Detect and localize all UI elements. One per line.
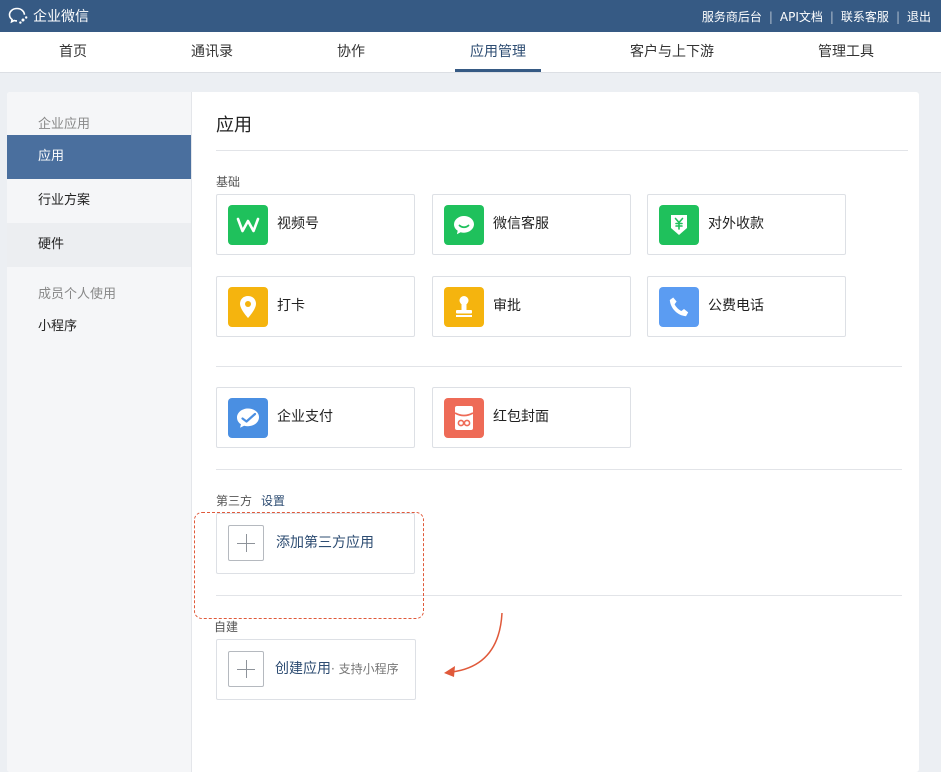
sidebar: 企业应用 应用 行业方案 硬件 成员个人使用 小程序 bbox=[7, 92, 192, 772]
sidebar-item-apps[interactable]: 应用 bbox=[7, 135, 191, 179]
video-channel-icon bbox=[228, 205, 268, 245]
app-card-wechat-service[interactable]: 微信客服 bbox=[432, 194, 631, 255]
page-title: 应用 bbox=[216, 115, 252, 136]
third-party-label: 第三方 bbox=[216, 494, 253, 508]
tab-home[interactable]: 首页 bbox=[59, 32, 87, 72]
top-links: 服务商后台 | API文档 | 联系客服 | 退出 bbox=[702, 8, 931, 25]
app-card-business-phone[interactable]: 公费电话 bbox=[647, 276, 846, 337]
sidebar-item-industry-solutions[interactable]: 行业方案 bbox=[7, 179, 191, 223]
separator: | bbox=[895, 9, 900, 24]
app-label: 打卡 bbox=[277, 298, 305, 314]
tab-app-management[interactable]: 应用管理 bbox=[470, 32, 526, 72]
enterprise-pay-icon bbox=[228, 398, 268, 438]
link-api-docs[interactable]: API文档 bbox=[780, 8, 823, 25]
app-label: 对外收款 bbox=[708, 216, 764, 232]
app-card-red-packet-cover[interactable]: 红包封面 bbox=[432, 387, 631, 448]
phone-icon bbox=[659, 287, 699, 327]
app-label: 公费电话 bbox=[708, 298, 764, 314]
highlight-box bbox=[194, 512, 424, 619]
app-label: 视频号 bbox=[277, 216, 319, 232]
active-tab-indicator bbox=[455, 69, 541, 72]
section-custom-label: 自建 bbox=[214, 620, 239, 634]
divider bbox=[216, 150, 908, 151]
separator: | bbox=[768, 9, 773, 24]
app-card-video-channel[interactable]: 视频号 bbox=[216, 194, 415, 255]
top-bar: 企业微信 服务商后台 | API文档 | 联系客服 | 退出 bbox=[0, 0, 941, 32]
app-card-check-in[interactable]: 打卡 bbox=[216, 276, 415, 337]
tab-contacts[interactable]: 通讯录 bbox=[191, 32, 233, 72]
sidebar-group-enterprise-apps: 企业应用 bbox=[38, 117, 91, 132]
sidebar-item-mini-programs[interactable]: 小程序 bbox=[7, 305, 191, 349]
tab-collaboration[interactable]: 协作 bbox=[337, 32, 365, 72]
sidebar-group-personal-use: 成员个人使用 bbox=[38, 287, 117, 302]
tab-customers-upstream-downstream[interactable]: 客户与上下游 bbox=[630, 32, 714, 72]
create-app-text: 创建应用 bbox=[275, 661, 331, 677]
main-nav: 首页 通讯录 协作 应用管理 客户与上下游 管理工具 bbox=[0, 32, 941, 73]
create-app-card[interactable]: 创建应用· 支持小程序 bbox=[216, 639, 416, 700]
stamp-icon bbox=[444, 287, 484, 327]
create-app-label: 创建应用· 支持小程序 bbox=[275, 640, 399, 699]
divider bbox=[216, 366, 902, 367]
app-card-enterprise-payment[interactable]: 企业支付 bbox=[216, 387, 415, 448]
link-logout[interactable]: 退出 bbox=[907, 8, 931, 25]
red-packet-icon bbox=[444, 398, 484, 438]
plus-icon bbox=[228, 651, 264, 687]
content-area: 应用 基础 视频号 微信客服 对外收款 打卡 审批 公费电话 企业支付 红包封面… bbox=[192, 92, 919, 772]
wework-logo-icon bbox=[8, 7, 28, 24]
yuan-shield-icon bbox=[659, 205, 699, 245]
tab-management-tools[interactable]: 管理工具 bbox=[818, 32, 874, 72]
app-label: 企业支付 bbox=[277, 409, 333, 425]
third-party-settings-link[interactable]: 设置 bbox=[261, 494, 285, 508]
link-service-backend[interactable]: 服务商后台 bbox=[702, 8, 762, 25]
app-label: 微信客服 bbox=[493, 216, 549, 232]
app-label: 红包封面 bbox=[493, 409, 549, 425]
sidebar-item-hardware[interactable]: 硬件 bbox=[7, 223, 191, 267]
app-card-external-payment[interactable]: 对外收款 bbox=[647, 194, 846, 255]
location-pin-icon bbox=[228, 287, 268, 327]
main-panel: 企业应用 应用 行业方案 硬件 成员个人使用 小程序 应用 基础 视频号 微信客… bbox=[7, 92, 919, 772]
divider bbox=[216, 469, 902, 470]
section-basic-label: 基础 bbox=[216, 175, 241, 189]
app-label: 审批 bbox=[493, 298, 521, 314]
app-card-approval[interactable]: 审批 bbox=[432, 276, 631, 337]
separator: | bbox=[829, 9, 834, 24]
brand-name: 企业微信 bbox=[33, 9, 89, 25]
create-app-subtext: · 支持小程序 bbox=[331, 662, 399, 676]
wechat-service-icon bbox=[444, 205, 484, 245]
brand-logo[interactable]: 企业微信 bbox=[7, 6, 89, 26]
section-third-party-label: 第三方 设置 bbox=[216, 492, 285, 509]
link-contact-support[interactable]: 联系客服 bbox=[841, 8, 889, 25]
